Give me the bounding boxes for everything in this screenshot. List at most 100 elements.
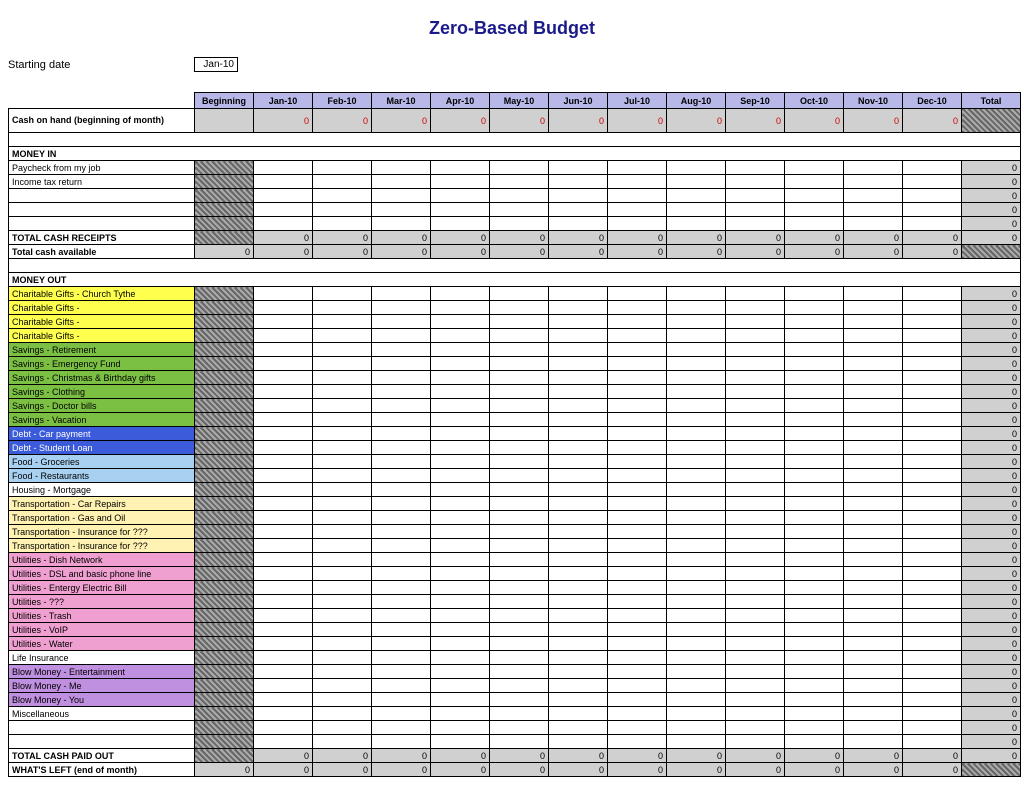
money-out-month[interactable]	[844, 469, 903, 483]
money-out-month[interactable]	[667, 651, 726, 665]
money-out-month[interactable]	[254, 609, 313, 623]
money-out-month[interactable]	[903, 455, 962, 469]
money-out-month[interactable]	[785, 679, 844, 693]
money-out-month[interactable]	[608, 581, 667, 595]
money-out-month[interactable]	[608, 371, 667, 385]
money-out-month[interactable]	[254, 329, 313, 343]
money-in-month[interactable]	[726, 161, 785, 175]
money-out-month[interactable]	[431, 539, 490, 553]
money-out-month[interactable]	[549, 455, 608, 469]
money-out-month[interactable]	[372, 609, 431, 623]
money-out-month[interactable]	[608, 721, 667, 735]
money-out-label[interactable]: Utilities - Entergy Electric Bill	[9, 581, 195, 595]
money-out-month[interactable]	[549, 329, 608, 343]
money-out-month[interactable]	[844, 735, 903, 749]
money-out-month[interactable]	[785, 315, 844, 329]
money-out-month[interactable]	[549, 693, 608, 707]
money-out-month[interactable]	[667, 581, 726, 595]
money-out-month[interactable]	[785, 567, 844, 581]
cash-on-hand-month[interactable]: 0	[372, 109, 431, 133]
money-out-month[interactable]	[903, 637, 962, 651]
money-in-month[interactable]	[608, 161, 667, 175]
money-out-label[interactable]: Miscellaneous	[9, 707, 195, 721]
money-out-month[interactable]	[903, 483, 962, 497]
money-out-month[interactable]	[372, 315, 431, 329]
money-out-month[interactable]	[313, 455, 372, 469]
money-out-month[interactable]	[549, 399, 608, 413]
money-out-month[interactable]	[726, 455, 785, 469]
money-out-month[interactable]	[608, 483, 667, 497]
money-out-month[interactable]	[903, 385, 962, 399]
money-out-month[interactable]	[313, 427, 372, 441]
money-out-month[interactable]	[431, 441, 490, 455]
money-out-label[interactable]: Blow Money - You	[9, 693, 195, 707]
money-out-month[interactable]	[372, 343, 431, 357]
money-in-label[interactable]: Paycheck from my job	[9, 161, 195, 175]
money-out-month[interactable]	[608, 707, 667, 721]
money-out-month[interactable]	[785, 595, 844, 609]
money-out-month[interactable]	[431, 623, 490, 637]
money-out-month[interactable]	[903, 609, 962, 623]
money-out-month[interactable]	[372, 721, 431, 735]
money-out-month[interactable]	[667, 679, 726, 693]
money-out-label[interactable]: Savings - Vacation	[9, 413, 195, 427]
money-out-label[interactable]: Transportation - Gas and Oil	[9, 511, 195, 525]
money-out-month[interactable]	[254, 399, 313, 413]
money-in-month[interactable]	[549, 217, 608, 231]
money-out-month[interactable]	[254, 623, 313, 637]
money-out-month[interactable]	[313, 735, 372, 749]
money-out-month[interactable]	[254, 651, 313, 665]
money-out-month[interactable]	[844, 329, 903, 343]
money-out-label[interactable]: Transportation - Insurance for ???	[9, 525, 195, 539]
money-in-month[interactable]	[313, 175, 372, 189]
money-out-month[interactable]	[726, 427, 785, 441]
money-out-month[interactable]	[726, 315, 785, 329]
money-out-month[interactable]	[431, 315, 490, 329]
money-out-month[interactable]	[254, 665, 313, 679]
money-out-month[interactable]	[844, 525, 903, 539]
money-out-month[interactable]	[549, 385, 608, 399]
cash-on-hand-month[interactable]: 0	[490, 109, 549, 133]
money-out-month[interactable]	[490, 595, 549, 609]
money-in-month[interactable]	[608, 175, 667, 189]
money-out-month[interactable]	[667, 455, 726, 469]
money-out-month[interactable]	[726, 735, 785, 749]
money-out-month[interactable]	[431, 637, 490, 651]
money-out-month[interactable]	[844, 301, 903, 315]
money-out-month[interactable]	[372, 637, 431, 651]
money-out-month[interactable]	[254, 525, 313, 539]
money-out-month[interactable]	[785, 343, 844, 357]
money-out-month[interactable]	[844, 707, 903, 721]
money-out-month[interactable]	[254, 567, 313, 581]
money-out-month[interactable]	[726, 665, 785, 679]
money-out-month[interactable]	[608, 329, 667, 343]
money-out-month[interactable]	[372, 553, 431, 567]
money-out-month[interactable]	[254, 553, 313, 567]
money-out-month[interactable]	[254, 511, 313, 525]
money-out-month[interactable]	[903, 371, 962, 385]
money-out-month[interactable]	[667, 623, 726, 637]
money-out-month[interactable]	[903, 301, 962, 315]
cash-on-hand-beginning[interactable]	[195, 109, 254, 133]
money-out-month[interactable]	[844, 497, 903, 511]
money-out-month[interactable]	[667, 287, 726, 301]
money-out-month[interactable]	[254, 539, 313, 553]
money-in-month[interactable]	[903, 175, 962, 189]
money-out-month[interactable]	[785, 581, 844, 595]
money-out-month[interactable]	[608, 427, 667, 441]
money-out-month[interactable]	[903, 707, 962, 721]
money-out-month[interactable]	[313, 399, 372, 413]
money-out-label[interactable]: Food - Restaurants	[9, 469, 195, 483]
money-out-month[interactable]	[313, 665, 372, 679]
money-out-month[interactable]	[254, 693, 313, 707]
money-out-month[interactable]	[254, 287, 313, 301]
money-out-month[interactable]	[372, 665, 431, 679]
money-out-month[interactable]	[372, 385, 431, 399]
money-out-month[interactable]	[608, 343, 667, 357]
money-out-month[interactable]	[608, 525, 667, 539]
money-in-month[interactable]	[431, 175, 490, 189]
money-in-month[interactable]	[372, 161, 431, 175]
money-out-month[interactable]	[844, 455, 903, 469]
money-in-month[interactable]	[844, 161, 903, 175]
money-out-month[interactable]	[431, 511, 490, 525]
